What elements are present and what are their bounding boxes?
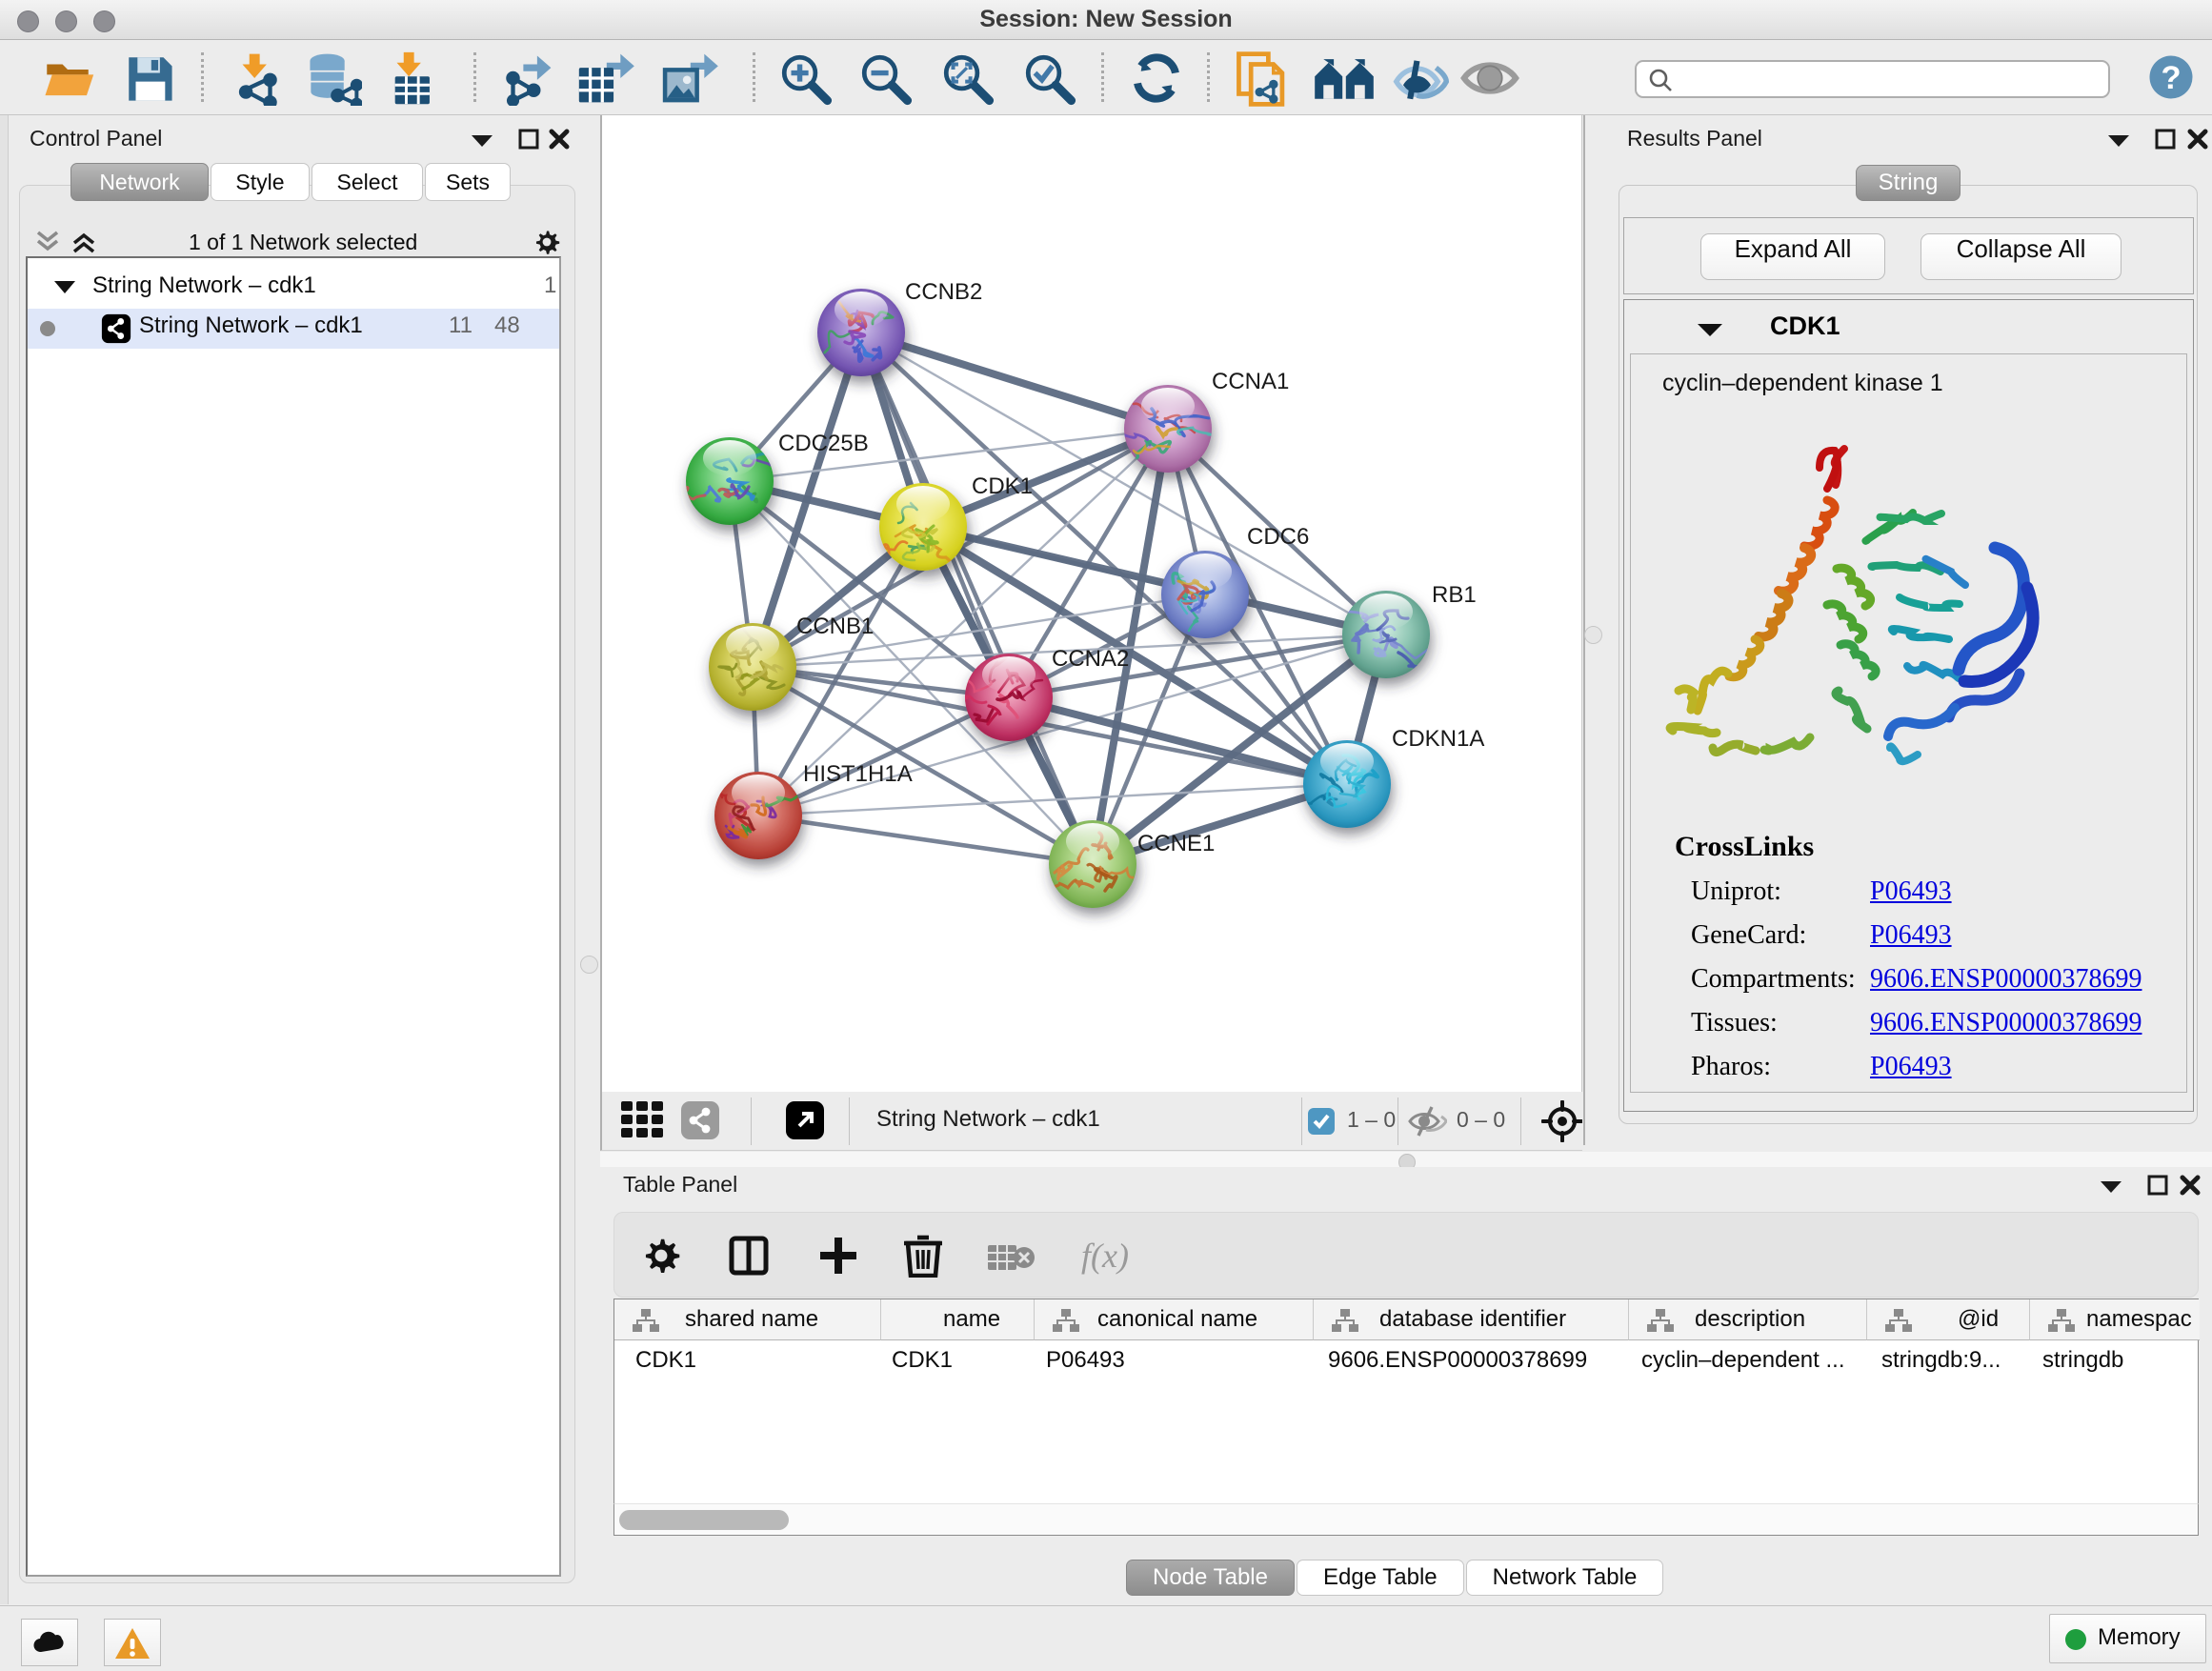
svg-text:CCNB2: CCNB2 [905,279,982,305]
svg-text:CCNA2: CCNA2 [1052,646,1129,672]
svg-text:HIST1H1A: HIST1H1A [803,761,913,787]
svg-text:f(x): f(x) [1081,1238,1129,1275]
svg-text:?: ? [2161,60,2181,96]
svg-text:CCNE1: CCNE1 [1137,831,1215,856]
svg-text:CCNB1: CCNB1 [796,614,874,639]
svg-text:CDK1: CDK1 [972,473,1033,499]
svg-text:RB1: RB1 [1432,582,1477,608]
svg-text:CDKN1A: CDKN1A [1392,726,1484,752]
svg-text:CCNA1: CCNA1 [1212,369,1289,394]
svg-text:CDC6: CDC6 [1247,524,1309,550]
svg-text:CDC25B: CDC25B [778,431,869,456]
